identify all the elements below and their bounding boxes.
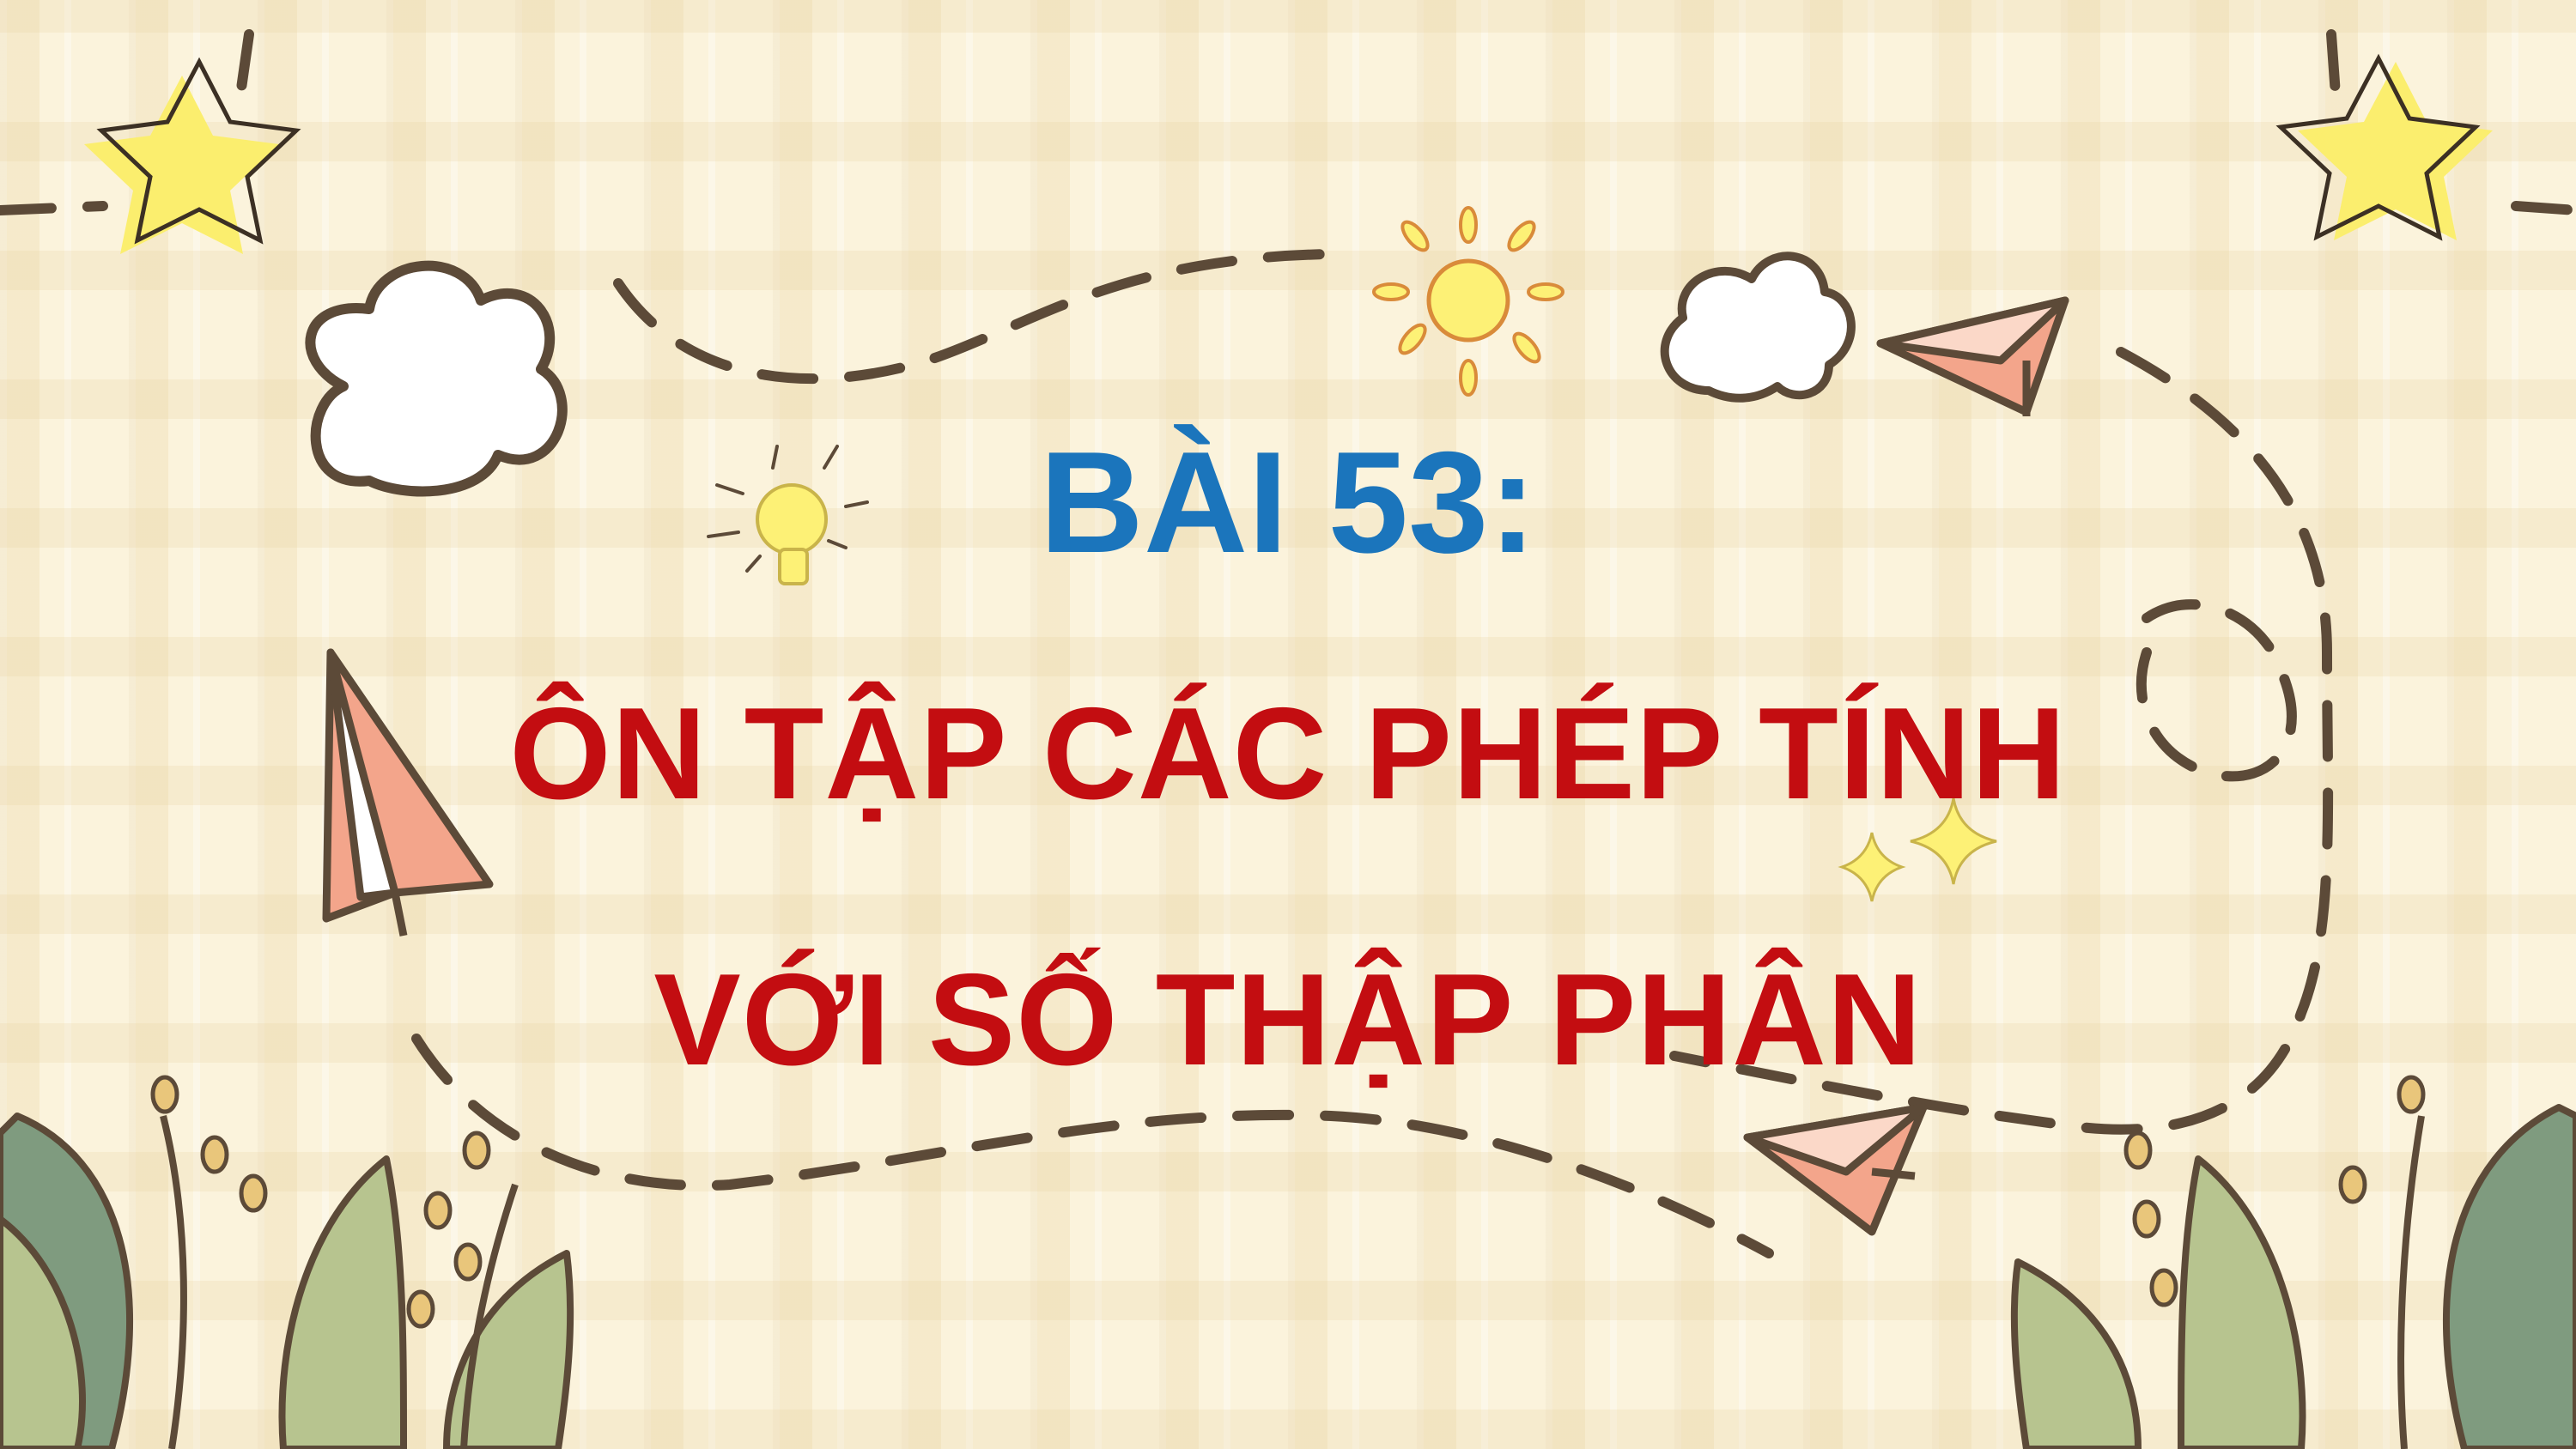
star-icon (84, 57, 301, 254)
dashed-path (2326, 29, 2341, 100)
dashed-path (613, 249, 1336, 385)
paper-plane-icon (1876, 296, 2069, 416)
lesson-title-line-1: ÔN TẬP CÁC PHÉP TÍNH (509, 681, 2067, 827)
paper-plane-icon (1743, 1103, 1928, 1236)
dashed-path (0, 201, 108, 215)
lesson-number: BÀI 53: (1039, 421, 1537, 583)
cloud-icon (1660, 252, 1856, 403)
dashed-path (235, 29, 254, 100)
lesson-title-line-2: VỚI SỐ THẬP PHÂN (653, 947, 1923, 1093)
star-icon (2275, 53, 2493, 241)
sun-icon (1372, 206, 1564, 397)
lesson-title-slide: BÀI 53: ÔN TẬP CÁC PHÉP TÍNH VỚI SỐ THẬP… (0, 0, 2576, 1449)
leaf-icon (2010, 1104, 2576, 1449)
dashed-path (2511, 201, 2576, 215)
